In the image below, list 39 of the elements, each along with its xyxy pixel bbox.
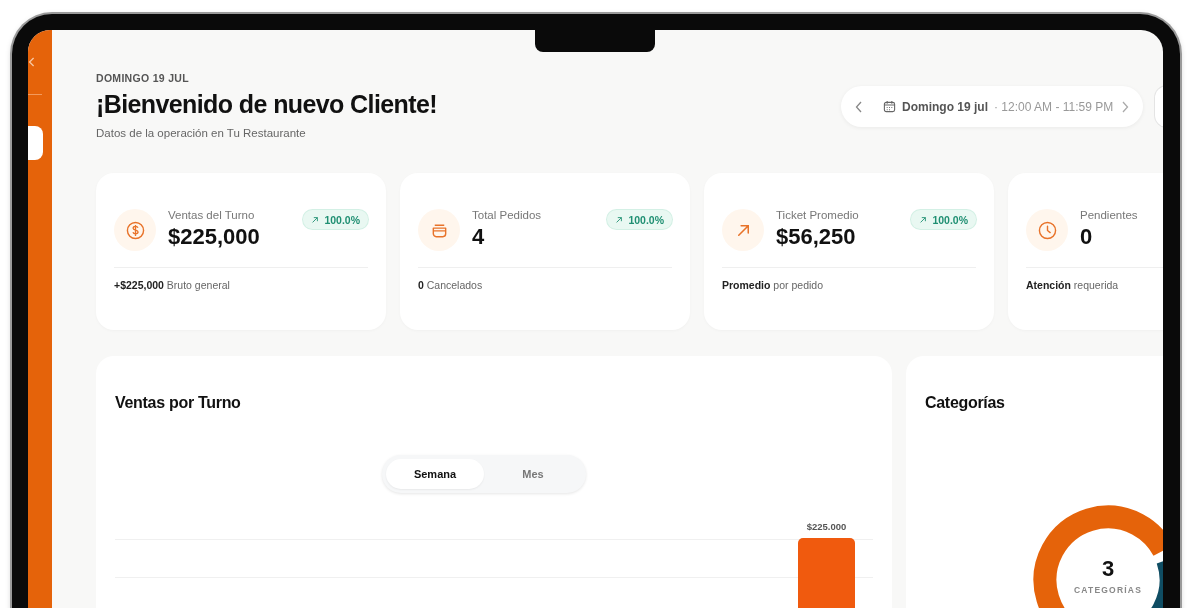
category-count-label: CATEGORÍAS bbox=[1072, 585, 1143, 595]
time-range: · 12:00 AM - 11:59 PM bbox=[994, 99, 1115, 114]
arrow-up-right-icon bbox=[615, 215, 624, 224]
period-tab[interactable]: Mes bbox=[484, 459, 582, 489]
panel-title: Ventas por Turno bbox=[115, 394, 242, 412]
trend-badge: 100.0% bbox=[303, 210, 368, 229]
chart-bar bbox=[798, 538, 855, 608]
page-subtitle: Datos de la operación en Tu Restaurante bbox=[96, 127, 307, 139]
date-label: DOMINGO 19 JUL bbox=[96, 72, 190, 84]
stat-footer: +$225,000 Bruto general bbox=[114, 279, 368, 291]
stat-label: Ticket Promedio bbox=[776, 209, 860, 221]
bar-value-label: $225.000 bbox=[806, 521, 847, 532]
stat-value: 4 bbox=[472, 224, 486, 250]
chevron-left-icon[interactable] bbox=[28, 56, 36, 68]
trend-badge: 100.0% bbox=[911, 210, 976, 229]
panel-title: Categorías bbox=[925, 394, 1006, 412]
stat-label: Ventas del Turno bbox=[168, 209, 256, 221]
dollar-icon bbox=[125, 220, 145, 240]
trend-badge: 100.0% bbox=[607, 210, 672, 229]
clock-icon bbox=[1037, 220, 1057, 240]
stat-footer: Atención requerida bbox=[1026, 279, 1163, 291]
arrow-up-right-icon bbox=[919, 215, 928, 224]
chevron-right-icon[interactable] bbox=[1121, 100, 1129, 113]
arrow-up-right-icon bbox=[311, 215, 320, 224]
stat-label: Pendientes bbox=[1080, 209, 1139, 221]
chevron-left-icon[interactable] bbox=[855, 100, 863, 113]
stat-value: $56,250 bbox=[776, 224, 857, 250]
stat-label: Total Pedidos bbox=[472, 209, 543, 221]
date-picker[interactable]: Domingo 19 jul · 12:00 AM - 11:59 PM bbox=[841, 86, 1143, 127]
stat-footer: 0 Cancelados bbox=[418, 279, 672, 291]
calendar-icon bbox=[883, 100, 896, 113]
period-tab[interactable]: Semana bbox=[386, 459, 484, 489]
stat-value: $225,000 bbox=[168, 224, 261, 250]
sidebar-item[interactable] bbox=[28, 126, 43, 160]
page-title: ¡Bienvenido de nuevo Cliente! bbox=[96, 90, 437, 119]
selected-date: Domingo 19 jul bbox=[902, 99, 988, 114]
stat-footer: Promedio por pedido bbox=[722, 279, 976, 291]
category-count: 3 bbox=[1100, 556, 1116, 582]
stat-value: 0 bbox=[1080, 224, 1094, 250]
